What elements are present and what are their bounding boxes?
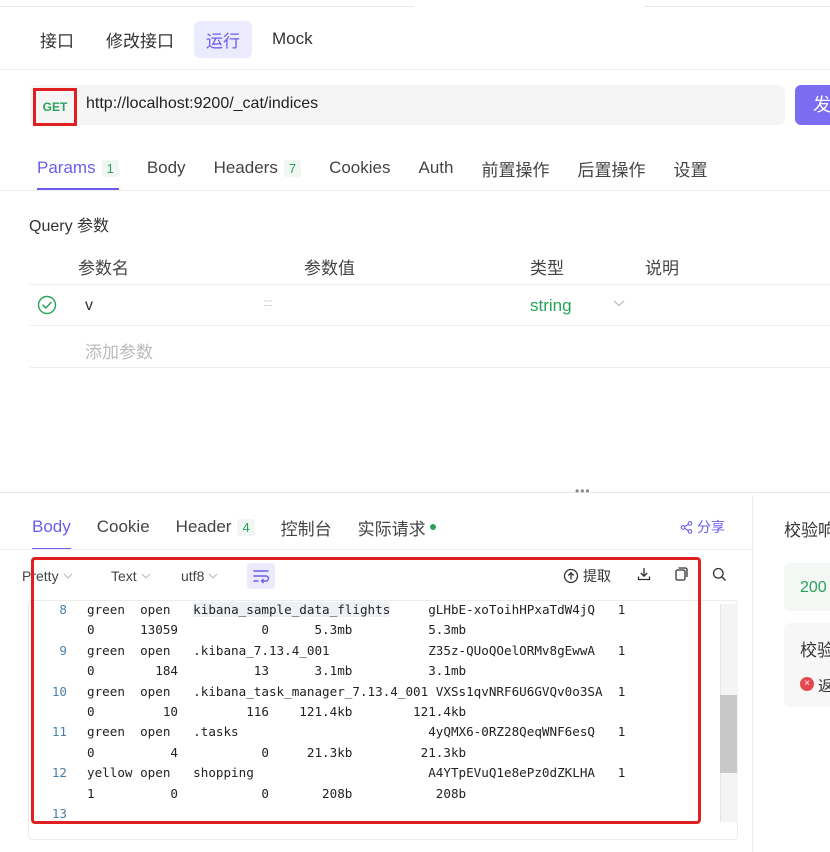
code-line: 0 184 13 3.1mb 3.1mb xyxy=(34,661,466,681)
format-select[interactable]: Pretty xyxy=(22,568,73,584)
drag-handle-icon[interactable]: ::::: xyxy=(263,298,273,309)
add-param-input[interactable]: 添加参数 xyxy=(85,338,153,363)
share-button[interactable]: 分享 xyxy=(680,517,725,537)
code-line: 0 13059 0 5.3mb 5.3mb xyxy=(34,620,466,640)
divider xyxy=(0,69,830,70)
response-code[interactable]: 8 green open kibana_sample_data_flights g… xyxy=(34,600,734,821)
header-count-badge: 4 xyxy=(237,518,255,536)
param-name-input[interactable]: v xyxy=(85,297,93,315)
error-text: 返 xyxy=(818,678,830,695)
column-param-value: 参数值 xyxy=(304,259,355,278)
line-number: 13 xyxy=(51,806,67,821)
divider xyxy=(30,367,830,368)
params-count-badge: 1 xyxy=(101,159,119,177)
line-number: 12 xyxy=(51,765,67,781)
code-line: 12 yellow open shopping A4YTpEVuQ1e8ePz0d… xyxy=(34,763,626,783)
tab-settings[interactable]: 设置 xyxy=(673,156,707,181)
code-line: 11 green open .tasks 4yQMX6-0RZ28QeqWNF6e… xyxy=(34,722,626,742)
line-number: 9 xyxy=(59,642,67,658)
column-type: 类型 xyxy=(530,259,564,278)
tab-auth[interactable]: Auth xyxy=(418,158,453,178)
top-border xyxy=(0,0,830,7)
response-tabs: Body Cookie Header 4 控制台 实际请求 xyxy=(32,514,462,550)
chevron-down-icon xyxy=(63,573,72,579)
headers-count-badge: 7 xyxy=(283,159,302,177)
share-icon xyxy=(680,520,693,534)
code-line: 13 xyxy=(34,804,87,824)
code-text: 0 13059 0 5.3mb 5.3mb xyxy=(87,622,467,638)
request-tabs: Params 1 Body Headers 7 Cookies Auth 前置操作 … xyxy=(37,155,735,190)
code-line: 10 green open .kibana_task_manager_7.13.4… xyxy=(34,682,626,702)
verify-response-title: 校验响 xyxy=(784,521,830,540)
tab-interface[interactable]: 接口 xyxy=(28,21,86,58)
method-selector[interactable]: GET xyxy=(33,88,77,126)
chevron-down-icon xyxy=(208,573,218,579)
extract-button[interactable]: 提取 xyxy=(563,566,611,586)
code-text: 1 0 0 208b 208b xyxy=(87,785,467,801)
tab-console[interactable]: 控制台 xyxy=(281,515,332,540)
tab-headers[interactable]: Headers 7 xyxy=(214,158,302,178)
pane-splitter[interactable] xyxy=(0,492,830,493)
column-description: 说明 xyxy=(645,259,679,278)
divider xyxy=(30,325,830,326)
code-text: yellow open shopping A4YTpEVuQ1e8ePz0dZK… xyxy=(87,765,626,781)
param-type-select[interactable]: string xyxy=(530,296,572,316)
code-line: 0 4 0 21.3kb 21.3kb xyxy=(34,743,466,763)
copy-icon[interactable] xyxy=(673,566,689,582)
divider xyxy=(0,190,830,191)
tab-run[interactable]: 运行 xyxy=(194,20,252,58)
tab-post-operations[interactable]: 后置操作 xyxy=(577,156,645,181)
divider xyxy=(30,284,830,285)
code-line: 1 0 0 208b 208b xyxy=(34,784,466,804)
url-input[interactable]: http://localhost:9200/_cat/indices xyxy=(86,95,318,113)
code-text: green open .kibana_7.13.4_001 Z35z-QUoQO… xyxy=(87,642,626,658)
tab-response-header[interactable]: Header 4 xyxy=(176,517,255,537)
extract-icon xyxy=(563,568,579,584)
status-code: 200 xyxy=(800,579,827,596)
check-circle-icon[interactable] xyxy=(37,295,57,315)
status-dot xyxy=(429,524,436,530)
code-line: 0 10 116 121.4kb 121.4kb xyxy=(34,702,466,722)
tab-cookies[interactable]: Cookies xyxy=(329,158,390,178)
tab-response-body[interactable]: Body xyxy=(32,517,71,550)
chevron-down-icon xyxy=(141,573,151,579)
tab-pre-operations[interactable]: 前置操作 xyxy=(481,156,549,181)
code-text: green open .tasks 4yQMX6-0RZ28QeqWNF6esQ… xyxy=(87,724,626,740)
code-text: green open kibana_sample_data_flights gL… xyxy=(87,602,626,617)
code-text: green open .kibana_task_manager_7.13.4_0… xyxy=(87,683,626,699)
tab-edit-interface[interactable]: 修改接口 xyxy=(94,21,186,58)
encoding-select[interactable]: utf8 xyxy=(181,568,218,584)
tab-params[interactable]: Params 1 xyxy=(37,158,119,190)
wrap-icon xyxy=(253,570,270,584)
type-select[interactable]: Text xyxy=(111,568,151,584)
code-text: 0 184 13 3.1mb 3.1mb xyxy=(87,663,467,679)
code-line: 8 green open kibana_sample_data_flights g… xyxy=(34,600,625,620)
scrollbar-thumb[interactable] xyxy=(720,695,737,773)
download-icon[interactable] xyxy=(636,566,652,582)
chevron-down-icon[interactable] xyxy=(612,297,626,309)
code-line: 9 green open .kibana_7.13.4_001 Z35z-QUoQ… xyxy=(34,641,625,661)
tab-actual-request[interactable]: 实际请求 xyxy=(358,515,436,540)
query-params-title: Query 参数 xyxy=(29,218,110,235)
top-tabs: 接口 修改接口 运行 Mock xyxy=(28,20,325,58)
error-icon: × xyxy=(800,677,814,691)
verify-label: 校验 xyxy=(800,641,830,660)
selection-highlight: kibana_sample_data_flights xyxy=(193,602,391,617)
line-number: 11 xyxy=(51,724,67,740)
column-param-name: 参数名 xyxy=(78,259,129,278)
line-number: 8 xyxy=(59,602,67,617)
search-icon[interactable] xyxy=(712,567,727,582)
tab-response-cookie[interactable]: Cookie xyxy=(97,517,150,537)
panel-divider[interactable] xyxy=(752,495,753,852)
code-text: 0 4 0 21.3kb 21.3kb xyxy=(87,744,467,760)
tab-body[interactable]: Body xyxy=(147,158,186,178)
divider xyxy=(0,549,752,550)
wrap-lines-button[interactable] xyxy=(247,563,275,589)
line-number: 10 xyxy=(51,683,67,699)
send-button[interactable]: 发 xyxy=(795,85,830,125)
code-text: 0 10 116 121.4kb 121.4kb xyxy=(87,704,467,719)
tab-mock[interactable]: Mock xyxy=(260,23,325,55)
method-label: GET xyxy=(42,100,68,114)
splitter-handle-icon[interactable]: ••• xyxy=(575,484,591,498)
